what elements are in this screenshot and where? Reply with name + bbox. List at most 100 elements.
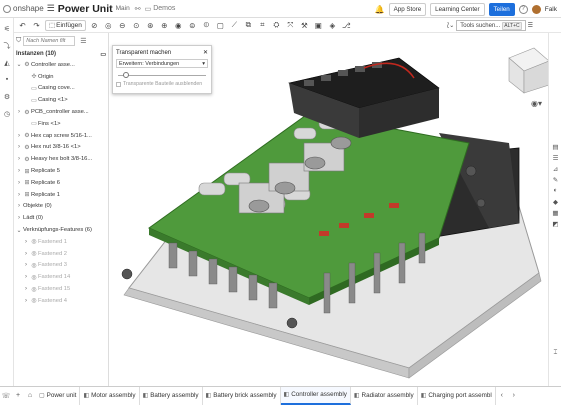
hide-transparent-option[interactable]: Transparente Bauteile ausblenden	[116, 81, 208, 87]
link-icon[interactable]: ⚯	[135, 5, 141, 13]
tree-item[interactable]: › ⚙ Hex cap screw 5/16-1...	[14, 130, 108, 142]
gear-relation-icon[interactable]: ⛭	[271, 20, 282, 30]
tree-item[interactable]: › ⚙ Heavy hex bolt 3/8-16...	[14, 153, 108, 165]
hide-transparent-checkbox[interactable]	[116, 81, 121, 87]
mate-parallel-icon[interactable]: ⊜	[187, 21, 198, 30]
learning-center-button[interactable]: Learning Center	[430, 2, 485, 16]
document-title[interactable]: Power Unit	[58, 3, 113, 15]
menu-icon[interactable]: ☰	[47, 3, 55, 14]
tree-item[interactable]: ▭ Fins <1>	[14, 118, 108, 130]
expand-chevron-icon[interactable]: ›	[15, 180, 23, 186]
mate-planar-icon[interactable]: ⊕	[159, 21, 170, 30]
expand-chevron-icon[interactable]: ›	[15, 109, 23, 115]
scale-icon[interactable]: ⌶	[549, 347, 561, 358]
user-name[interactable]: Falk	[545, 6, 557, 13]
tab-power-unit[interactable]: ▢ Power unit	[36, 386, 81, 405]
measure-icon[interactable]: ⚒	[299, 21, 310, 30]
branch-name[interactable]: Main	[116, 5, 130, 12]
notifications-bell-icon[interactable]: 🔔	[375, 5, 385, 14]
mate-tangent-icon[interactable]: ⦶	[201, 20, 212, 30]
expand-chevron-icon[interactable]: ›	[22, 298, 30, 304]
tree-item[interactable]: › ◎ Fastened 3	[14, 260, 108, 272]
onshape-logo[interactable]: onshape	[3, 4, 44, 13]
tree-item[interactable]: › ⚙ PCB_controller asse...	[14, 106, 108, 118]
globe-icon[interactable]: ◐	[549, 185, 561, 196]
tree-item[interactable]: › ⊞ Replicate 6	[14, 177, 108, 189]
notifications-icon[interactable]: ☏	[0, 392, 12, 400]
expand-chevron-icon[interactable]: ›	[15, 144, 23, 150]
folder-breadcrumb[interactable]: ▭ Demos	[145, 5, 176, 13]
tools-search[interactable]: ⟅⌄ Tools suchen... ALT+C ☰	[447, 20, 533, 31]
expand-chevron-icon[interactable]: ›	[22, 239, 30, 245]
expand-chevron-icon[interactable]: ⌄	[15, 227, 23, 234]
help-icon[interactable]: ?	[518, 4, 528, 14]
tab-motor-assembly[interactable]: ◧ Motor assembly	[80, 386, 140, 405]
comments-icon[interactable]: ▪	[0, 73, 14, 86]
new-folder-icon[interactable]: ▭	[100, 51, 106, 58]
expand-chevron-icon[interactable]: ›	[22, 286, 30, 292]
tree-item[interactable]: ⌄ Verknüpfungs-Features (6)	[14, 224, 108, 236]
colors-icon[interactable]: ▦	[549, 207, 561, 218]
mate-pin-slot-icon[interactable]: ⊛	[145, 21, 156, 30]
tree-item[interactable]: › ◎ Fastened 2	[14, 248, 108, 260]
filter-input[interactable]	[23, 36, 76, 46]
expand-chevron-icon[interactable]: ›	[15, 203, 23, 209]
explode-icon[interactable]: ⤧	[285, 20, 296, 30]
expand-chevron-icon[interactable]: ›	[15, 156, 23, 162]
tab-charging-port-assembl[interactable]: ◧ Charging port assembl	[418, 386, 496, 405]
expand-chevron-icon[interactable]: ›	[22, 274, 30, 280]
tool-options-icon[interactable]: ⟅⌄	[447, 22, 454, 29]
tree-item[interactable]: ▭ Casing <1>	[14, 94, 108, 106]
filter-icon[interactable]: ⛉	[16, 37, 21, 45]
versions-icon[interactable]: ⌂	[24, 392, 36, 399]
tree-item[interactable]: › ◎ Fastened 4	[14, 295, 108, 307]
tab-controller-assembly[interactable]: ◧ Controller assembly	[280, 386, 351, 405]
share-button[interactable]: Teilen	[488, 2, 515, 16]
graph-icon[interactable]: ⊿	[549, 163, 561, 174]
appearance-icon[interactable]: ◭	[0, 56, 14, 69]
expand-chevron-icon[interactable]: ›	[15, 192, 23, 198]
tab-radiator-assembly[interactable]: ◧ Radiator assembly	[351, 386, 418, 405]
expand-dropdown[interactable]: Erweitern: Verbindungen ▾	[116, 59, 208, 68]
tree-item[interactable]: › ◎ Fastened 15	[14, 283, 108, 295]
configurations-icon[interactable]: ⚙	[0, 90, 14, 103]
undo-icon[interactable]: ↶	[17, 21, 28, 30]
expand-chevron-icon[interactable]: ⌄	[15, 61, 23, 68]
tree-item[interactable]: › ◎ Fastened 14	[14, 271, 108, 283]
expand-chevron-icon[interactable]: ›	[22, 262, 30, 268]
scroll-tabs-right-icon[interactable]: ›	[508, 392, 520, 399]
mate-slider-icon[interactable]: ⊖	[117, 21, 128, 30]
mate-revolute-icon[interactable]: ◎	[103, 21, 114, 30]
render-mode-icon[interactable]: ⎇	[341, 21, 352, 30]
tree-item[interactable]: › ◎ Fastened 1	[14, 236, 108, 248]
tree-item[interactable]: ▭ Casing cove...	[14, 83, 108, 95]
tree-item[interactable]: › Objekte (0)	[14, 201, 108, 213]
tree-item[interactable]: › ⊞ Replicate 1	[14, 189, 108, 201]
insert-button[interactable]: ⬚ Einfügen	[45, 19, 86, 31]
expand-chevron-icon[interactable]: ›	[15, 133, 23, 139]
user-avatar[interactable]	[531, 4, 541, 14]
slider-knob[interactable]	[123, 72, 130, 78]
tree-icon[interactable]: ⚟	[0, 22, 14, 35]
scroll-tabs-left-icon[interactable]: ‹	[496, 392, 508, 399]
simulation-icon[interactable]: ◩	[549, 218, 561, 229]
properties-icon[interactable]: ▤	[549, 141, 561, 152]
expand-chevron-icon[interactable]: ›	[22, 251, 30, 257]
display-states-icon[interactable]: ▣	[313, 21, 324, 30]
tree-item[interactable]: › ⊞ Replicate 5	[14, 165, 108, 177]
tree-item[interactable]: › Lädt (0)	[14, 212, 108, 224]
close-icon[interactable]: ✕	[203, 49, 208, 56]
expand-chevron-icon[interactable]: ›	[15, 215, 23, 221]
tab-battery-assembly[interactable]: ◧ Battery assembly	[140, 386, 203, 405]
notes-icon[interactable]: ✎	[549, 174, 561, 185]
expand-chevron-icon[interactable]: ›	[15, 168, 23, 174]
toolbar-menu-icon[interactable]: ☰	[528, 22, 533, 29]
tree-item[interactable]: ✣ Origin	[14, 71, 108, 83]
history-icon[interactable]: ◷	[0, 107, 14, 120]
pattern-icon[interactable]: ⌗	[257, 20, 268, 30]
add-tab-icon[interactable]: +	[12, 392, 24, 399]
transparency-slider[interactable]	[116, 71, 208, 79]
tab-battery-brick-assembly[interactable]: ◧ Battery brick assembly	[203, 386, 281, 405]
app-store-button[interactable]: App Store	[388, 2, 427, 16]
redo-icon[interactable]: ↷	[31, 21, 42, 30]
